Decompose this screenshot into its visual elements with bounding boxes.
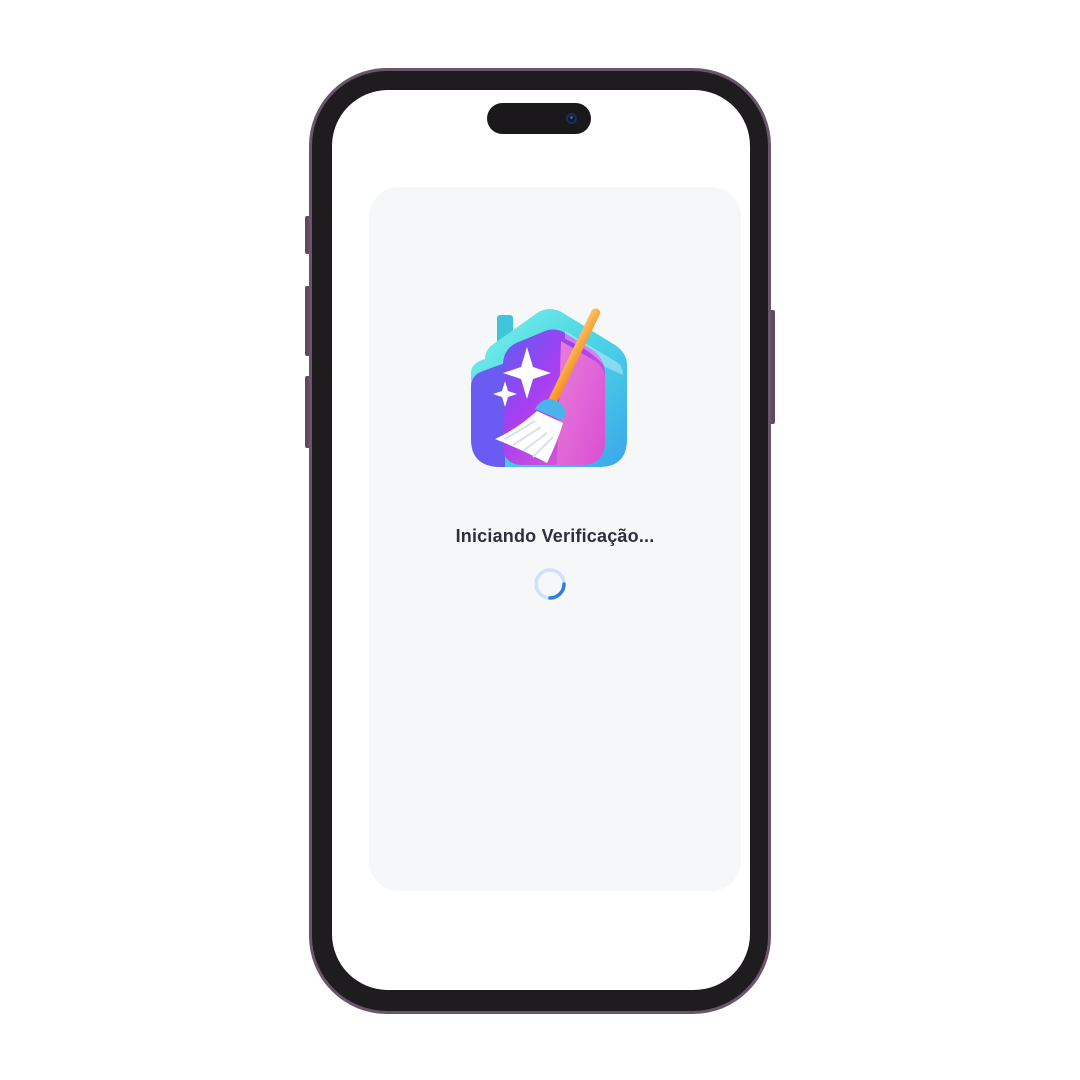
camera-icon: [566, 113, 577, 124]
status-text: Iniciando Verificação...: [455, 526, 655, 546]
phone-frame: Iniciando Verificação...: [309, 68, 771, 1014]
house-broom-icon: [471, 308, 627, 467]
phone-screen: Iniciando Verificação...: [332, 90, 750, 990]
loading-card: Iniciando Verificação...: [369, 187, 741, 891]
phone-bezel: Iniciando Verificação...: [312, 71, 768, 1011]
dynamic-island: [487, 103, 591, 134]
app-stage: Iniciando Verificação...: [0, 0, 1080, 1080]
loading-spinner-icon: [534, 568, 566, 600]
